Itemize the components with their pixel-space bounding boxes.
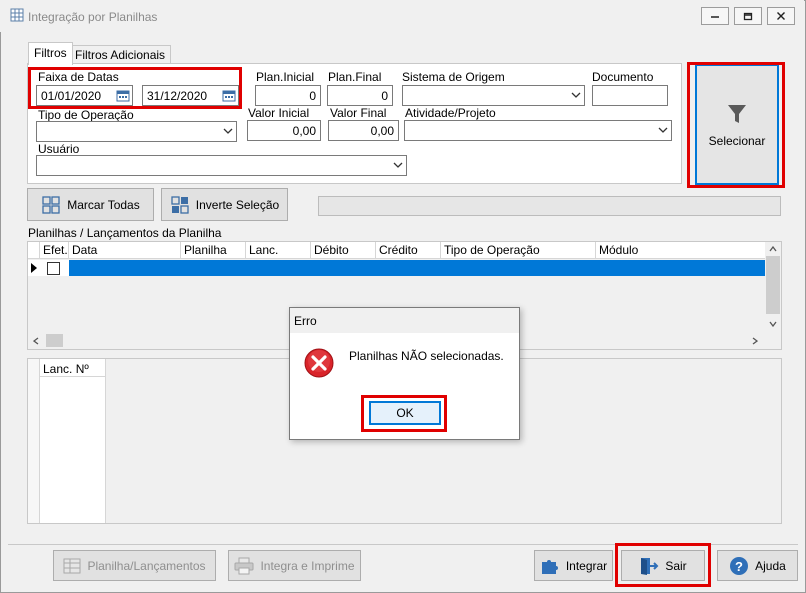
chevron-down-icon (571, 92, 581, 98)
plan-final-label: Plan.Final (328, 70, 382, 84)
help-icon: ? (730, 556, 749, 575)
dialog-title: Erro (294, 314, 317, 328)
inverte-selecao-label: Inverte Seleção (195, 197, 280, 212)
col-debito[interactable]: Débito (311, 242, 376, 259)
planilha-lancamentos-button[interactable]: Planilha/Lançamentos (53, 550, 216, 581)
row-pointer-icon (31, 263, 37, 273)
lanc-no-column: Lanc. Nº (40, 359, 106, 523)
grid-corner (28, 242, 40, 259)
valor-inicial-label: Valor Inicial (248, 106, 310, 120)
plan-inicial-field[interactable]: 0 (255, 85, 321, 106)
integrar-label: Integrar (565, 558, 608, 573)
usuario-label: Usuário (38, 142, 80, 156)
documento-field[interactable] (592, 85, 668, 106)
plan-inicial-label: Plan.Inicial (256, 70, 315, 84)
tab-filtros[interactable]: Filtros (28, 42, 73, 65)
dialog-body: Planilhas NÃO selecionadas. OK (290, 333, 519, 439)
usuario-select[interactable] (36, 155, 407, 176)
chevron-left-icon[interactable] (33, 337, 39, 345)
spreadsheet-app-icon (10, 8, 24, 22)
vertical-scrollbar[interactable] (765, 242, 781, 332)
chevron-up-icon[interactable] (769, 246, 777, 252)
grid-title: Planilhas / Lançamentos da Planilha (28, 226, 222, 240)
col-lanc-no[interactable]: Lanc. Nº (40, 359, 105, 377)
ajuda-label: Ajuda (755, 558, 786, 573)
error-icon (304, 348, 334, 378)
restore-button[interactable] (734, 7, 762, 25)
documento-label: Documento (592, 70, 654, 84)
col-credito[interactable]: Crédito (376, 242, 441, 259)
row-indicator-column (28, 359, 40, 523)
row-selection (69, 260, 765, 276)
valor-final-field[interactable]: 0,00 (328, 120, 399, 141)
minimize-button[interactable] (701, 7, 729, 25)
restore-icon (743, 12, 753, 21)
sair-highlight (615, 543, 711, 587)
ok-highlight (361, 395, 447, 432)
planilha-lancamentos-label: Planilha/Lançamentos (87, 558, 206, 573)
col-planilha[interactable]: Planilha (181, 242, 246, 259)
plan-final-field[interactable]: 0 (327, 85, 393, 106)
grid-header: Efet. Data Planilha Lanc. Débito Crédito… (28, 242, 765, 259)
marcar-todas-button[interactable]: Marcar Todas (27, 188, 154, 221)
sistema-origem-select[interactable] (402, 85, 585, 106)
col-modulo[interactable]: Módulo (596, 242, 765, 259)
invert-selection-icon (171, 195, 189, 214)
integra-imprime-button[interactable]: Integra e Imprime (228, 550, 361, 581)
atividade-projeto-label: Atividade/Projeto (405, 106, 496, 120)
dialog-message: Planilhas NÃO selecionadas. (349, 349, 504, 363)
close-button[interactable] (767, 7, 795, 25)
atividade-projeto-select[interactable] (404, 120, 672, 141)
date-range-highlight (28, 67, 242, 109)
valor-final-label: Valor Final (330, 106, 387, 120)
col-data[interactable]: Data (69, 242, 181, 259)
ajuda-button[interactable]: ? Ajuda (717, 550, 798, 581)
progress-bar (318, 196, 781, 216)
col-tipo-operacao[interactable]: Tipo de Operação (441, 242, 596, 259)
chevron-down-icon (393, 162, 403, 168)
col-efet[interactable]: Efet. (40, 242, 69, 259)
efet-checkbox[interactable] (47, 262, 60, 275)
integrar-button[interactable]: Integrar (534, 550, 613, 581)
error-dialog: Erro Planilhas NÃO selecionadas. OK (289, 307, 520, 440)
close-icon (777, 12, 785, 20)
selecionar-highlight (687, 62, 785, 188)
vertical-scroll-thumb[interactable] (766, 256, 780, 314)
spreadsheet-icon (63, 558, 81, 573)
valor-inicial-field[interactable]: 0,00 (247, 120, 321, 141)
chevron-down-icon[interactable] (769, 321, 777, 327)
tab-filtros-adicionais[interactable]: Filtros Adicionais (69, 45, 172, 64)
col-lanc[interactable]: Lanc. (246, 242, 311, 259)
chevron-down-icon (223, 128, 233, 134)
integra-imprime-label: Integra e Imprime (260, 558, 355, 573)
tipo-operacao-label: Tipo de Operação (38, 108, 134, 122)
inverte-selecao-button[interactable]: Inverte Seleção (161, 188, 288, 221)
puzzle-icon (541, 559, 558, 574)
printer-icon (234, 557, 254, 574)
svg-text:?: ? (735, 559, 743, 574)
select-all-icon (42, 195, 60, 214)
tipo-operacao-select[interactable] (36, 121, 237, 142)
sistema-origem-label: Sistema de Origem (402, 70, 505, 84)
marcar-todas-label: Marcar Todas (67, 197, 140, 212)
window-title: Integração por Planilhas (28, 10, 158, 24)
chevron-down-icon (658, 127, 668, 133)
table-row[interactable] (28, 260, 765, 276)
title-bar: Integração por Planilhas (0, 0, 804, 32)
horizontal-scroll-thumb[interactable] (46, 334, 63, 347)
chevron-right-icon[interactable] (752, 337, 758, 345)
minimize-icon (711, 16, 719, 18)
